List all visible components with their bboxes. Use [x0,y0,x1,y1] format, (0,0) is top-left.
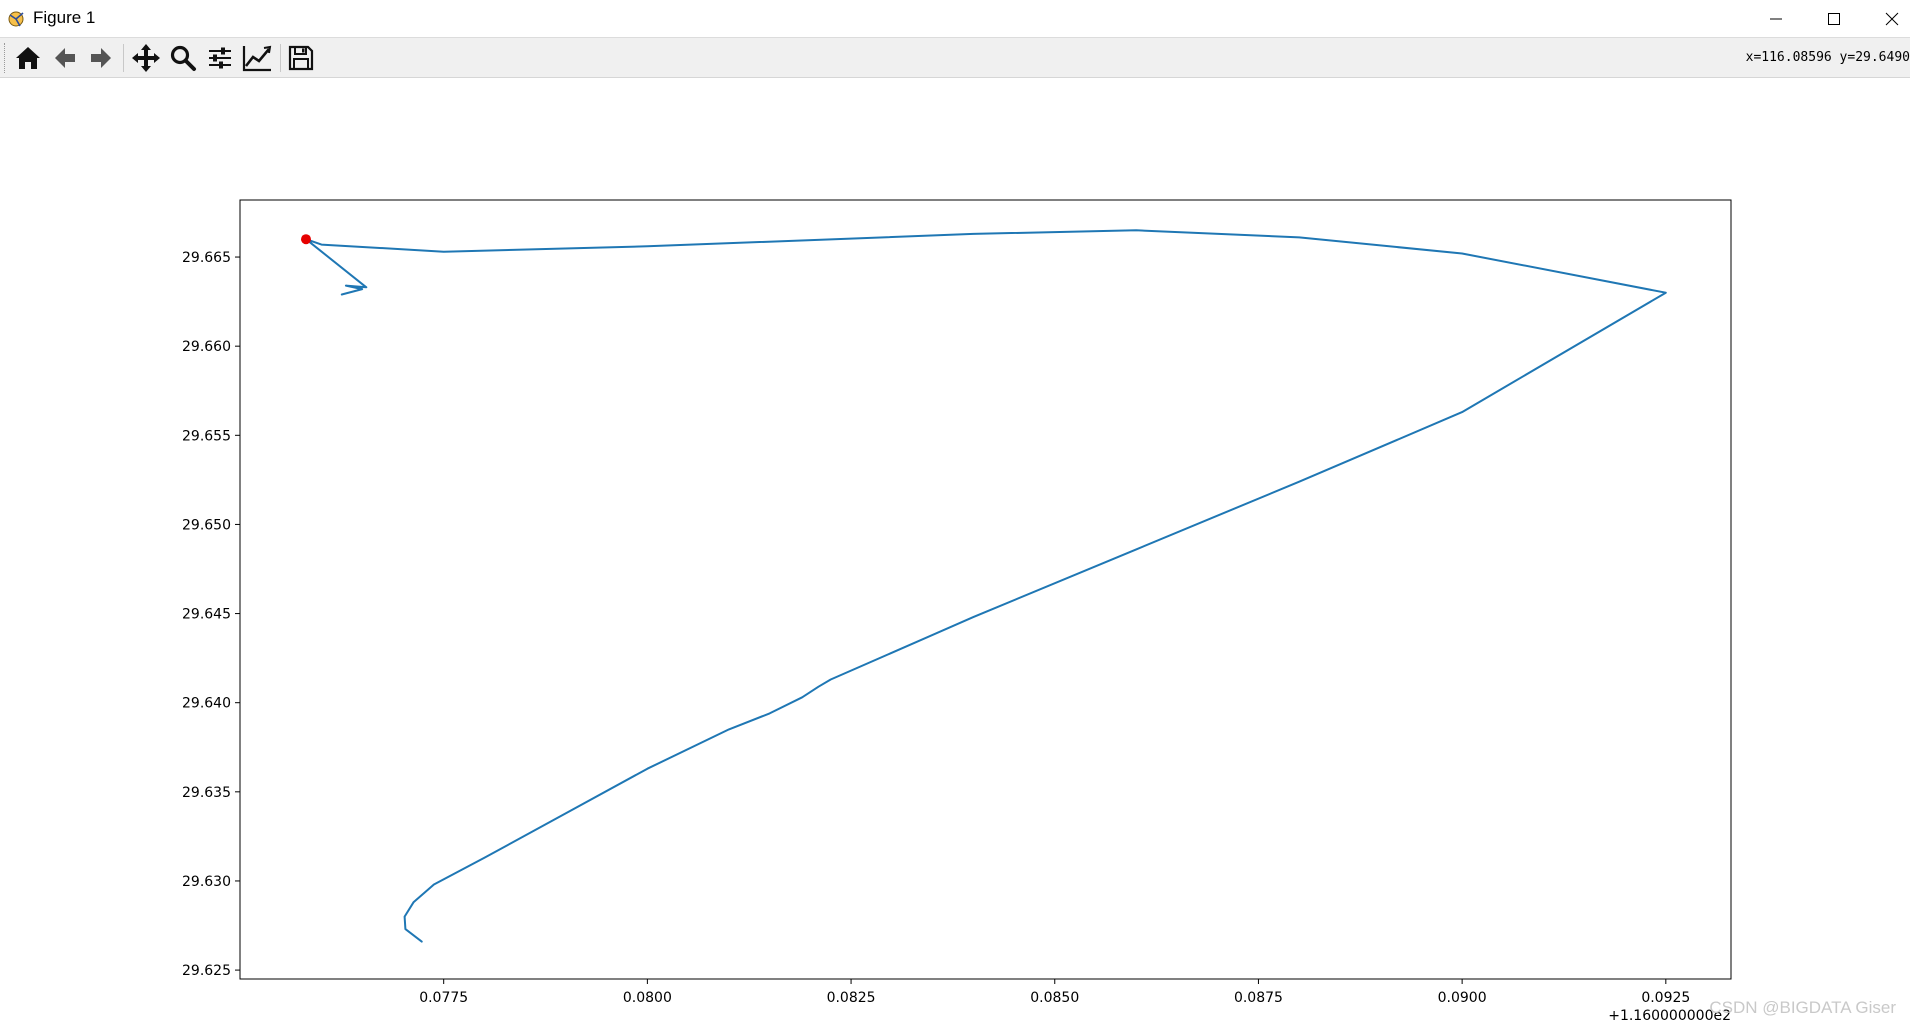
start-point-marker [300,234,311,245]
y-tick-label: 29.640 [182,696,231,712]
toolbar-grip [4,43,8,73]
home-icon [16,47,40,69]
line-chart-icon [242,45,272,72]
magnifier-icon [170,45,196,71]
x-tick-label: 0.0850 [1030,990,1079,1006]
close-icon [1885,12,1899,26]
x-tick-label: 0.0900 [1438,990,1487,1006]
y-tick-label: 29.660 [182,339,231,355]
save-button[interactable] [284,41,318,75]
toolbar-separator [123,44,124,72]
minimize-button[interactable] [1748,0,1804,38]
arrow-right-icon [91,48,111,68]
figure-canvas[interactable]: 0.0775 0.0800 0.0825 0.0850 0.0875 0.0900 0.09… [0,78,1910,1025]
sliders-icon [209,47,231,69]
y-tick-label: 29.625 [182,963,231,979]
matplotlib-app-icon [7,9,27,29]
window-title: Figure 1 [33,8,96,27]
zoom-button[interactable] [166,41,200,75]
y-tick-label: 29.650 [182,517,231,533]
x-tick-label: 0.0800 [623,990,672,1006]
watermark: CSDN @BIGDATA Giser [1709,998,1896,1017]
maximize-button[interactable] [1806,0,1862,38]
x-tick-label: 0.0875 [1234,990,1283,1006]
x-tick-label: 0.0825 [827,990,876,1006]
x-tick-label: 0.0775 [419,990,468,1006]
minimize-icon [1770,18,1782,20]
cursor-coordinates: x=116.08596 y=29.6490 [1745,50,1910,65]
axes-frame [239,199,1732,980]
arrow-left-icon [55,48,75,68]
y-tick-label: 29.645 [182,607,231,623]
close-button[interactable] [1864,0,1910,38]
maximize-icon [1828,13,1840,25]
y-tick-label: 29.630 [182,874,231,890]
edit-axis-button[interactable] [240,41,274,75]
y-tick-label: 29.655 [182,428,231,444]
back-button[interactable] [48,41,82,75]
subplots-button[interactable] [203,41,237,75]
title-bar: Figure 1 [0,0,1910,38]
y-tick-label: 29.635 [182,785,231,801]
forward-button[interactable] [84,41,118,75]
toolbar-separator [280,44,281,72]
home-button[interactable] [11,41,45,75]
y-tick-label: 29.665 [182,250,231,266]
pan-button[interactable] [129,41,163,75]
move-icon [132,44,160,72]
x-tick-label: 0.0925 [1641,990,1690,1006]
floppy-disk-icon [288,45,314,71]
navigation-toolbar: x=116.08596 y=29.6490 [0,38,1910,78]
